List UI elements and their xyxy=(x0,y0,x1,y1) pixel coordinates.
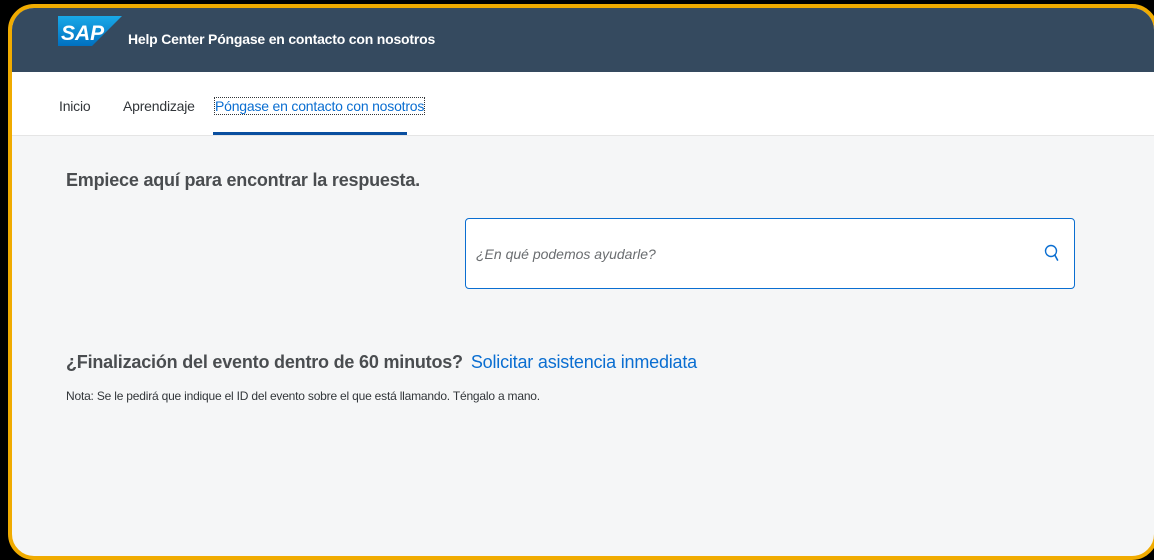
nav-item-label: Aprendizaje xyxy=(123,98,195,114)
logo-text: SAP xyxy=(61,22,105,45)
search-box xyxy=(465,218,1075,289)
event-question: ¿Finalización del evento dentro de 60 mi… xyxy=(66,352,463,372)
shell-title: Help Center Póngase en contacto con noso… xyxy=(128,31,436,47)
immediate-assistance-link[interactable]: Solicitar asistencia inmediata xyxy=(471,352,697,372)
page-heading: Empiece aquí para encontrar la respuesta… xyxy=(66,170,420,190)
browser-frame: SAP Help Center Póngase en contacto con … xyxy=(8,4,1154,560)
nav-item-aprendizaje[interactable]: Aprendizaje xyxy=(123,98,195,114)
sap-logo[interactable]: SAP xyxy=(58,16,122,46)
nav-item-inicio[interactable]: Inicio xyxy=(59,98,91,114)
nav-item-label: Inicio xyxy=(59,98,91,114)
top-navigation: Inicio Aprendizaje Póngase en contacto c… xyxy=(12,72,1154,136)
shell-bar: SAP Help Center Póngase en contacto con … xyxy=(12,8,1154,72)
search-input[interactable] xyxy=(476,243,1016,265)
search-icon[interactable] xyxy=(1042,243,1062,263)
event-note: Nota: Se le pedirá que indique el ID del… xyxy=(66,389,540,403)
nav-item-label: Póngase en contacto con nosotros xyxy=(213,97,426,115)
event-prompt: ¿Finalización del evento dentro de 60 mi… xyxy=(66,352,697,373)
nav-item-contacto[interactable]: Póngase en contacto con nosotros xyxy=(213,97,426,115)
active-tab-indicator xyxy=(213,132,407,135)
